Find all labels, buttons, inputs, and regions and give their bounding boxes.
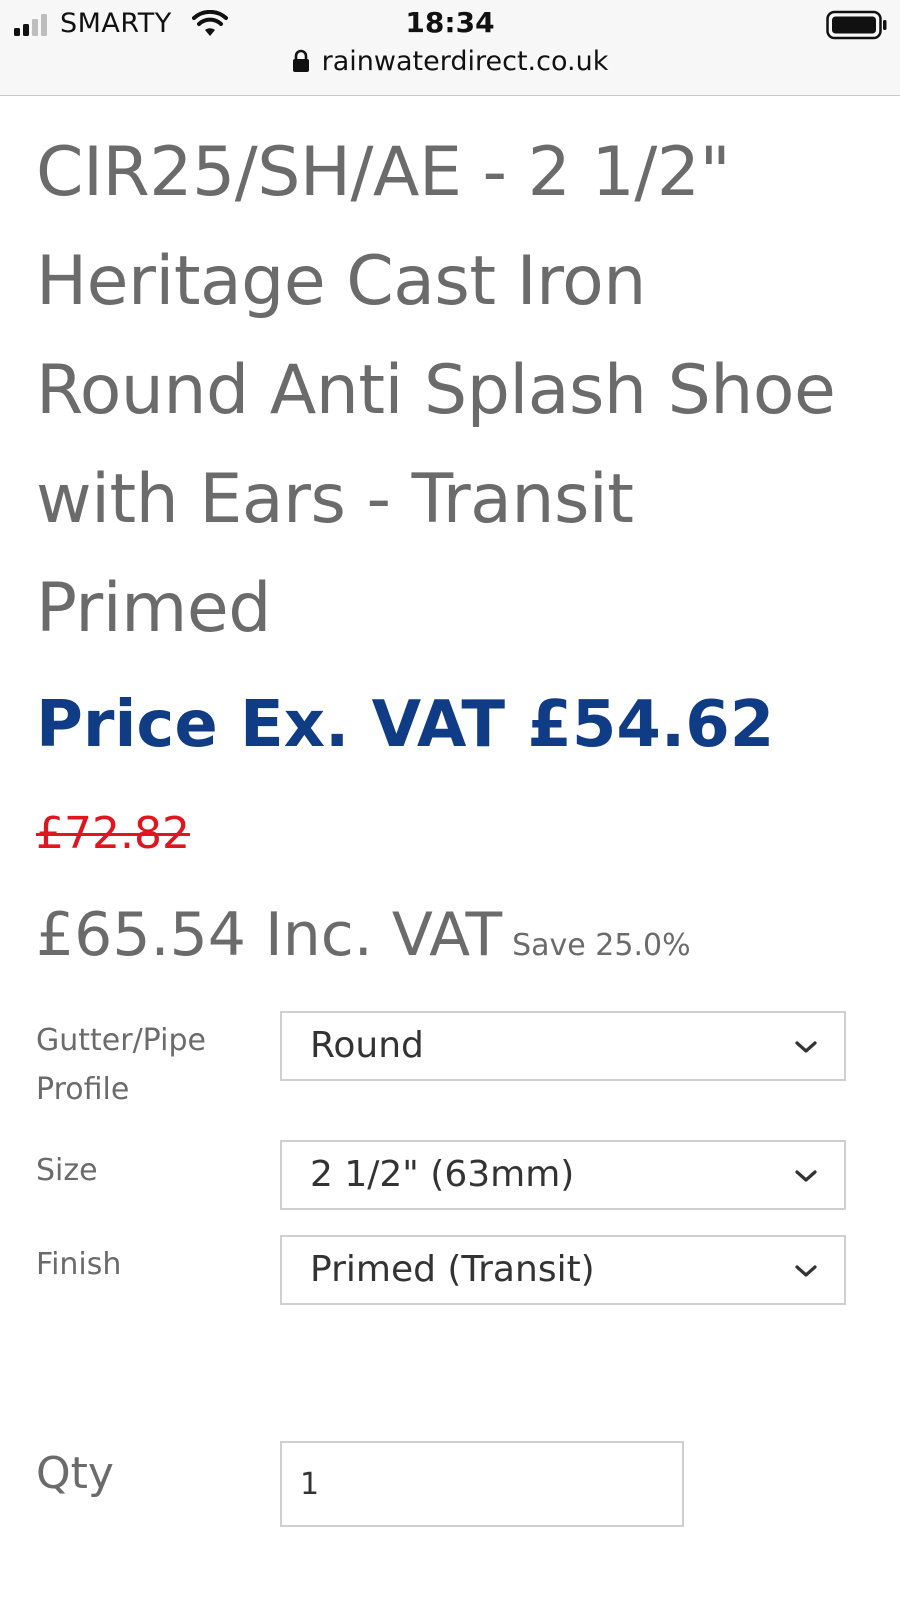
finish-select[interactable]: Primed (Transit) <box>280 1235 846 1305</box>
profile-select[interactable]: Round <box>280 1011 846 1081</box>
chevron-down-icon <box>795 1170 817 1182</box>
price-ex-vat: Price Ex. VAT £54.62 <box>36 688 775 762</box>
qty-label: Qty <box>36 1448 114 1499</box>
size-select-value: 2 1/2" (63mm) <box>310 1154 575 1195</box>
product-title: CIR25/SH/AE - 2 1/2" Heritage Cast Iron … <box>36 133 836 648</box>
price-inc-vat-row: £65.54 Inc. VAT Save 25.0% <box>36 900 691 970</box>
chevron-down-icon <box>795 1265 817 1277</box>
status-bar: SMARTY 18:34 rainwaterdirect.co.uk <box>0 0 900 96</box>
lock-icon <box>292 49 309 72</box>
profile-select-value: Round <box>310 1025 424 1066</box>
size-label: Size <box>36 1153 98 1188</box>
profile-label: Gutter/Pipe Profile <box>36 1023 206 1107</box>
status-time: 18:34 <box>405 6 495 39</box>
url-text: rainwaterdirect.co.uk <box>321 46 609 77</box>
size-select[interactable]: 2 1/2" (63mm) <box>280 1140 846 1210</box>
chevron-down-icon <box>795 1041 817 1053</box>
finish-select-value: Primed (Transit) <box>310 1249 595 1290</box>
save-badge: Save 25.0% <box>512 928 691 963</box>
price-inc-vat: £65.54 Inc. VAT <box>36 900 503 970</box>
battery-icon <box>826 10 887 40</box>
finish-label: Finish <box>36 1247 122 1282</box>
qty-input[interactable] <box>280 1441 684 1527</box>
was-price: £72.82 <box>36 808 190 859</box>
address-bar[interactable]: rainwaterdirect.co.uk <box>0 46 900 77</box>
